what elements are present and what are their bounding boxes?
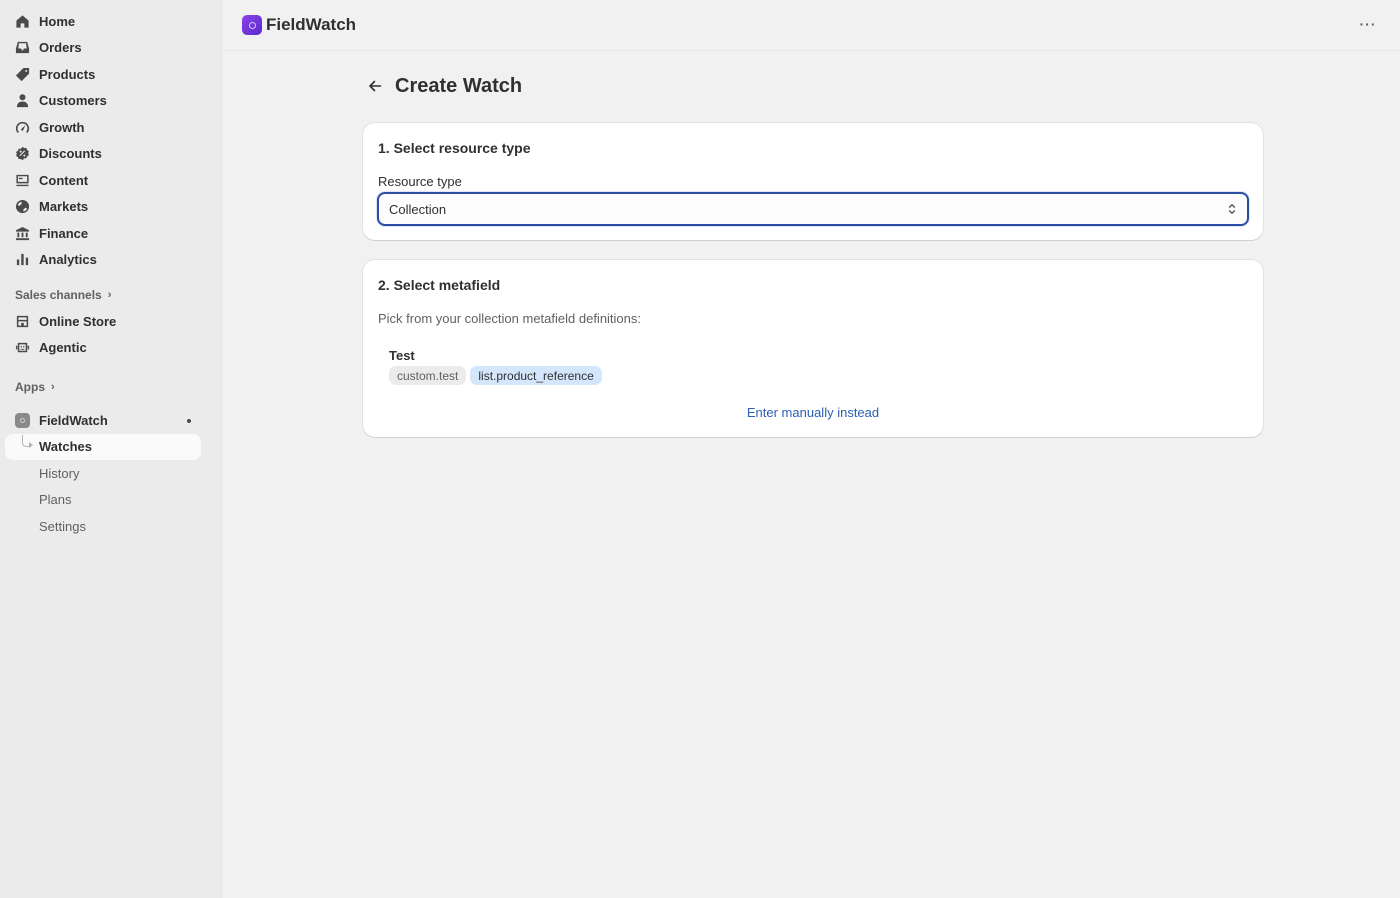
metafield-card: 2. Select metafield Pick from your colle… <box>363 260 1263 437</box>
metafield-tags: custom.test list.product_reference <box>389 366 602 385</box>
fieldwatch-logo-icon <box>242 15 262 35</box>
nav-item-home[interactable]: Home <box>0 8 221 35</box>
card-title: 2. Select metafield <box>378 277 501 293</box>
metafield-description: Pick from your collection metafield defi… <box>378 311 642 326</box>
nav-item-label: Online Store <box>39 313 117 329</box>
sidebar-item-label: Plans <box>39 492 72 508</box>
nav-item-label: Finance <box>39 225 89 241</box>
nav-item-analytics[interactable]: Analytics <box>0 247 221 274</box>
sidebar-item-label: Watches <box>39 439 92 455</box>
sales-channels-label: Sales channels <box>15 288 102 302</box>
nav-item-label: Content <box>39 172 89 188</box>
main-content: Create Watch 1. Select resource type Res… <box>363 70 1263 437</box>
page-header: Create Watch <box>363 70 1263 102</box>
resource-type-label: Resource type <box>378 174 462 189</box>
nav-item-label: Growth <box>39 119 85 135</box>
nav-item-label: Home <box>39 13 76 29</box>
nav-item-discounts[interactable]: Discounts <box>0 141 221 168</box>
card-title: 1. Select resource type <box>378 140 531 156</box>
pin-dot-icon[interactable] <box>187 419 191 423</box>
sidebar-item-watches[interactable]: Watches <box>5 433 201 460</box>
content-icon <box>14 172 30 188</box>
tree-arrow-icon <box>29 441 33 448</box>
nav-item-products[interactable]: Products <box>0 61 221 88</box>
metafield-type-badge: list.product_reference <box>470 366 602 385</box>
app-name: FieldWatch <box>266 15 357 34</box>
select-chevrons-icon <box>1227 202 1237 216</box>
sidebar-item-history[interactable]: History <box>0 460 221 487</box>
page-title: Create Watch <box>395 74 523 97</box>
nav-item-online-store[interactable]: Online Store <box>0 308 221 335</box>
chevron-right-icon: › <box>51 381 55 393</box>
discount-icon <box>14 146 30 162</box>
nav-item-label: Analytics <box>39 252 97 268</box>
enter-manually-link[interactable]: Enter manually instead <box>363 405 1263 420</box>
sidebar-item-plans[interactable]: Plans <box>0 487 221 514</box>
nav-item-fieldwatch[interactable]: FieldWatch <box>0 407 221 434</box>
sidebar-item-settings[interactable]: Settings <box>0 513 221 540</box>
nav-item-label: Customers <box>39 93 107 109</box>
gauge-icon <box>14 119 30 135</box>
nav-item-agentic[interactable]: Agentic <box>0 335 221 362</box>
sales-channels-heading[interactable]: Sales channels › <box>0 282 221 308</box>
inbox-icon <box>14 40 30 56</box>
select-value: Collection <box>389 201 447 217</box>
bank-icon <box>14 225 30 241</box>
resource-type-select[interactable]: Collection <box>377 192 1249 226</box>
sidebar-item-label: Settings <box>39 518 86 534</box>
nav-item-label: Agentic <box>39 340 87 356</box>
apps-label: Apps <box>15 380 45 394</box>
fieldwatch-app-icon <box>14 412 30 428</box>
nav-item-finance[interactable]: Finance <box>0 220 221 247</box>
nav-item-label: Discounts <box>39 146 102 162</box>
nav-item-growth[interactable]: Growth <box>0 114 221 141</box>
home-icon <box>14 13 30 29</box>
arrow-left-icon <box>369 80 382 92</box>
tag-icon <box>14 66 30 82</box>
nav-item-label: Products <box>39 66 96 82</box>
robot-icon <box>14 340 30 356</box>
bar-chart-icon <box>14 252 30 268</box>
chevron-right-icon: › <box>107 289 112 301</box>
sidebar: Home Orders Products Customers Growth Di… <box>0 0 222 898</box>
nav-item-markets[interactable]: Markets <box>0 194 221 221</box>
sidebar-item-label: History <box>39 465 80 481</box>
ellipsis-icon: ··· <box>1359 16 1377 32</box>
person-icon <box>14 93 30 109</box>
app-header: FieldWatch ··· <box>223 0 1400 51</box>
nav-item-label: Orders <box>39 40 82 56</box>
globe-icon <box>14 199 30 215</box>
metafield-key-badge: custom.test <box>389 366 467 385</box>
nav-item-label: Markets <box>39 199 89 215</box>
nav-item-content[interactable]: Content <box>0 167 221 194</box>
more-actions-button[interactable]: ··· <box>1358 14 1378 34</box>
store-icon <box>14 313 30 329</box>
nav-item-orders[interactable]: Orders <box>0 35 221 62</box>
apps-heading[interactable]: Apps › <box>0 374 221 400</box>
nav-item-customers[interactable]: Customers <box>0 88 221 115</box>
metafield-option-name[interactable]: Test <box>389 348 415 363</box>
resource-type-card: 1. Select resource type Resource type Co… <box>363 123 1263 240</box>
app-brand: FieldWatch <box>242 15 356 35</box>
nav-item-label: FieldWatch <box>39 412 108 428</box>
back-button[interactable] <box>365 76 385 96</box>
